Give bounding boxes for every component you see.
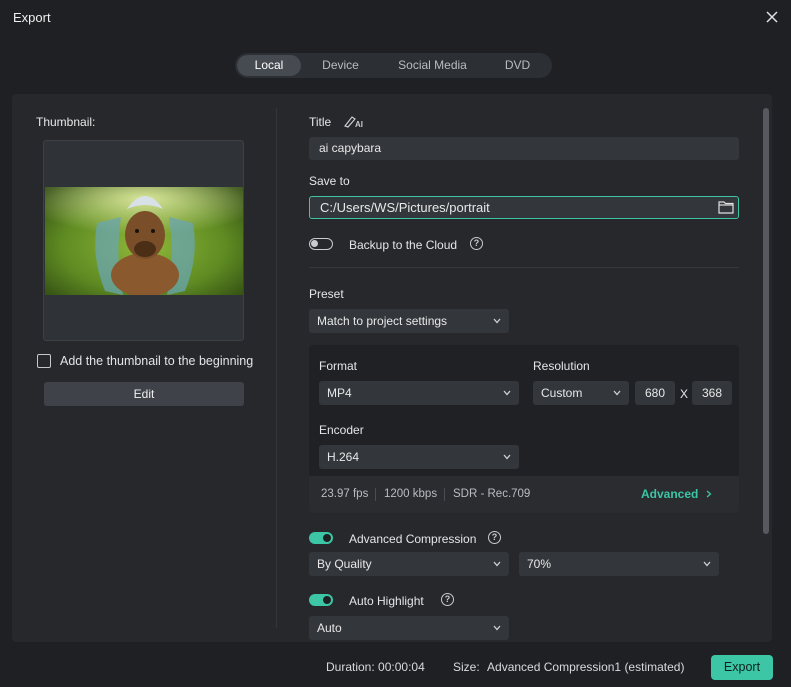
thumbnail-preview xyxy=(43,140,244,341)
tab-device[interactable]: Device xyxy=(301,55,380,76)
advanced-label: Advanced xyxy=(641,487,699,501)
backup-cloud-label: Backup to the Cloud xyxy=(349,238,458,252)
backup-cloud-toggle[interactable] xyxy=(309,238,333,250)
thumbnail-label: Thumbnail: xyxy=(36,115,96,129)
advanced-settings-link[interactable]: Advanced xyxy=(641,487,712,501)
tab-social-media[interactable]: Social Media xyxy=(380,55,485,76)
save-path-value: C:/Users/WS/Pictures/portrait xyxy=(320,200,490,215)
save-path-input[interactable]: C:/Users/WS/Pictures/portrait xyxy=(309,196,739,219)
encoder-select[interactable]: H.264 xyxy=(319,445,519,469)
preset-value: Match to project settings xyxy=(317,314,448,328)
width-input[interactable]: 680 xyxy=(635,381,675,405)
resolution-select[interactable]: Custom xyxy=(533,381,629,405)
chevron-down-icon xyxy=(503,390,511,396)
ai-pen-icon[interactable]: AI xyxy=(343,114,365,128)
compression-quality-value: 70% xyxy=(527,557,552,571)
advanced-compression-label: Advanced Compression xyxy=(349,532,477,546)
encoder-value: H.264 xyxy=(327,450,360,464)
bitrate-value: 1200 kbps xyxy=(384,488,438,500)
folder-icon[interactable] xyxy=(718,200,734,214)
edit-thumbnail-button[interactable]: Edit xyxy=(44,382,244,406)
chevron-down-icon xyxy=(493,625,501,631)
chevron-down-icon xyxy=(493,318,501,324)
chevron-down-icon xyxy=(503,454,511,460)
tab-local[interactable]: Local xyxy=(237,55,301,76)
auto-highlight-select[interactable]: Auto xyxy=(309,616,509,640)
close-button[interactable] xyxy=(763,8,781,26)
help-icon[interactable]: ? xyxy=(470,237,483,250)
scrollbar-thumb[interactable] xyxy=(763,108,769,534)
height-input[interactable]: 368 xyxy=(692,381,732,405)
title-bar: Export xyxy=(0,0,791,36)
save-to-label: Save to xyxy=(309,174,350,188)
size-label: Size: xyxy=(453,660,480,674)
chevron-down-icon xyxy=(493,561,501,567)
output-info-bar: 23.97 fps 1200 kbps SDR - Rec.709 Advanc… xyxy=(309,476,739,513)
resolution-value: Custom xyxy=(541,386,583,400)
auto-highlight-value: Auto xyxy=(317,621,342,635)
duration-value: 00:00:04 xyxy=(378,660,425,674)
format-value: MP4 xyxy=(327,386,352,400)
chevron-down-icon xyxy=(703,561,711,567)
auto-highlight-label: Auto Highlight xyxy=(349,594,424,608)
fps-value: 23.97 fps xyxy=(321,488,369,500)
export-button[interactable]: Export xyxy=(711,655,773,680)
auto-highlight-toggle[interactable] xyxy=(309,594,333,606)
close-icon xyxy=(766,11,778,23)
preset-label: Preset xyxy=(309,287,344,301)
format-settings-panel: Format MP4 Resolution Custom 680 X 368 E… xyxy=(309,345,739,513)
format-select[interactable]: MP4 xyxy=(319,381,519,405)
size-value: Advanced Compression1 (estimated) xyxy=(487,660,685,674)
add-thumbnail-checkbox[interactable] xyxy=(37,354,51,368)
help-icon[interactable]: ? xyxy=(488,531,501,544)
window-title: Export xyxy=(13,10,51,25)
advanced-compression-toggle[interactable] xyxy=(309,532,333,544)
compression-mode-value: By Quality xyxy=(317,557,372,571)
section-divider xyxy=(309,267,739,268)
divider xyxy=(276,108,277,628)
help-icon[interactable]: ? xyxy=(441,593,454,606)
size-info: Size: Advanced Compression1 (estimated) xyxy=(453,660,684,674)
chevron-down-icon xyxy=(613,390,621,396)
duration-info: Duration: 00:00:04 xyxy=(326,660,425,674)
encoder-label: Encoder xyxy=(319,423,364,437)
duration-label: Duration: xyxy=(326,660,375,674)
tab-dvd[interactable]: DVD xyxy=(485,55,550,76)
resolution-label: Resolution xyxy=(533,359,590,373)
color-space-value: SDR - Rec.709 xyxy=(453,488,531,500)
format-label: Format xyxy=(319,359,358,373)
svg-text:AI: AI xyxy=(355,120,363,128)
export-target-tabs: Local Device Social Media DVD xyxy=(235,53,552,78)
thumbnail-image xyxy=(45,187,243,295)
separator xyxy=(444,488,445,501)
compression-quality-select[interactable]: 70% xyxy=(519,552,719,576)
separator xyxy=(375,488,376,501)
title-label: Title xyxy=(309,115,332,129)
chevron-right-icon xyxy=(706,490,712,498)
preset-select[interactable]: Match to project settings xyxy=(309,309,509,333)
title-input[interactable]: ai capybara xyxy=(309,137,739,160)
compression-mode-select[interactable]: By Quality xyxy=(309,552,509,576)
export-settings-panel: Thumbnail: Add the thumbnail to the begi… xyxy=(12,94,772,642)
add-thumbnail-label: Add the thumbnail to the beginning xyxy=(60,354,254,368)
resolution-x-label: X xyxy=(680,387,689,401)
